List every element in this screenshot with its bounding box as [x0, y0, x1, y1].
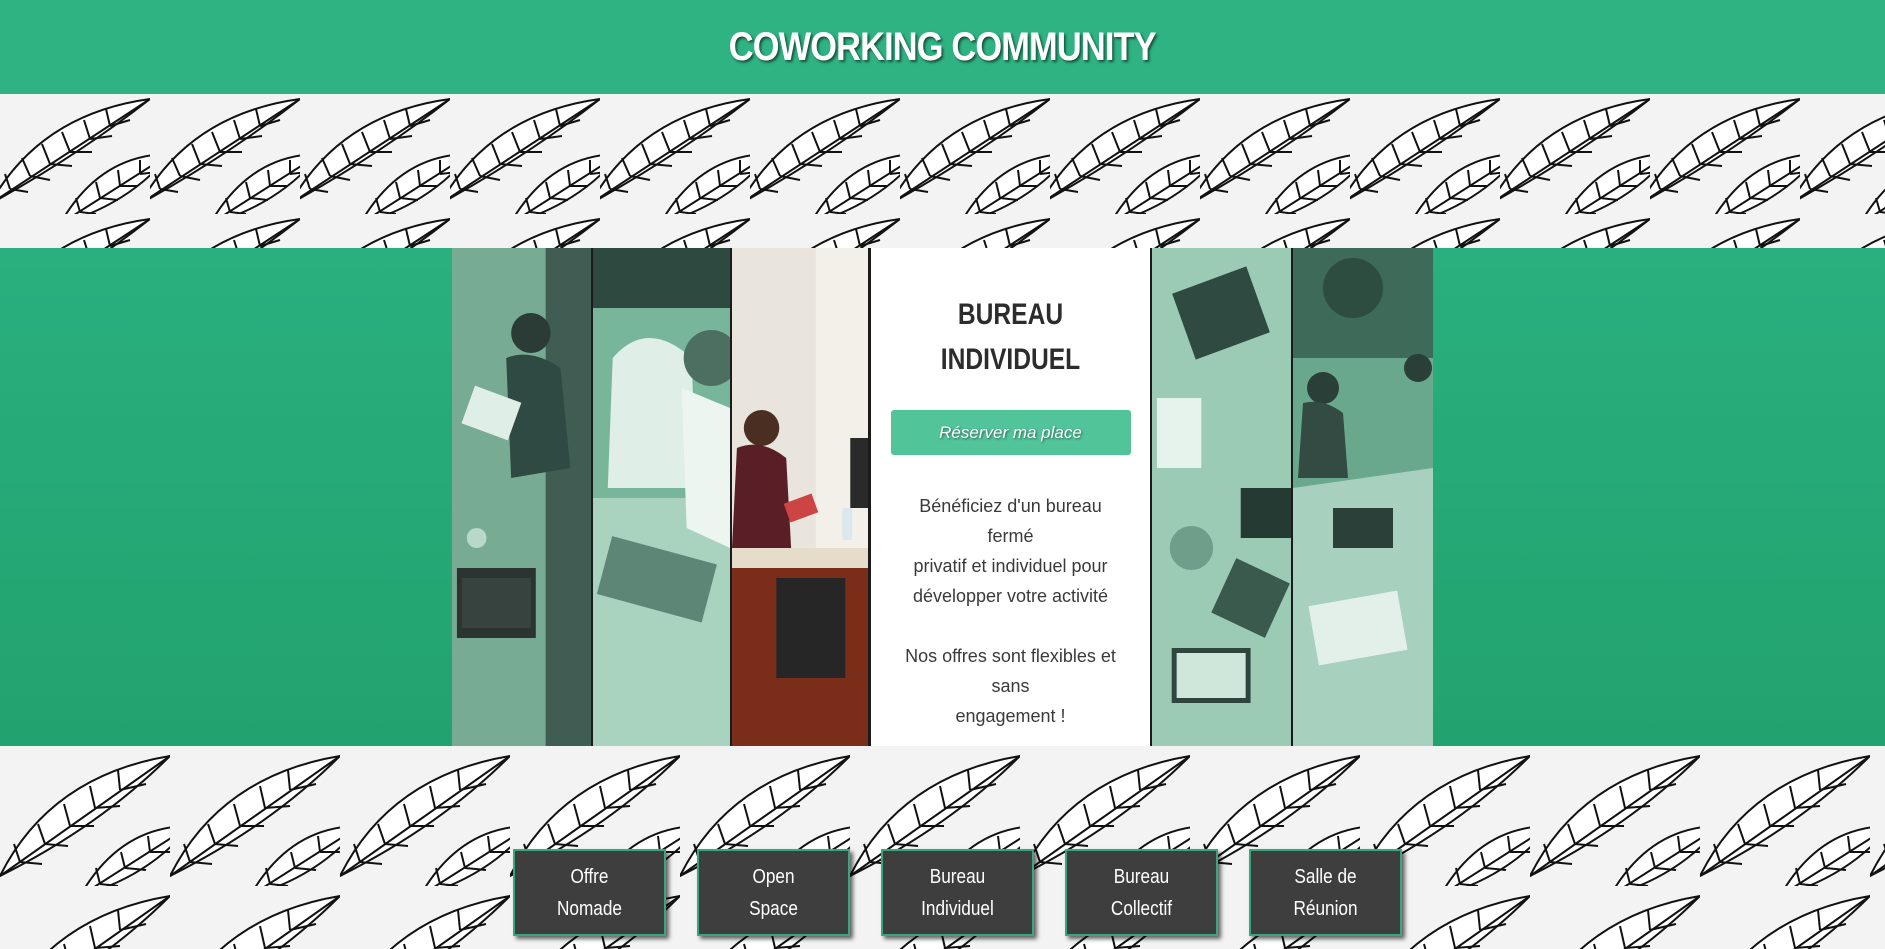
description-line: Nos offres sont flexibles et sans — [905, 646, 1116, 696]
offer-title-line: BUREAU — [957, 298, 1064, 331]
photo-woman-desk — [732, 248, 870, 746]
offer-title: BUREAU INDIVIDUEL — [896, 292, 1125, 382]
nav-label-line: Collectif — [1110, 897, 1173, 920]
nav-label-line: Réunion — [1293, 897, 1358, 920]
nav-button-bureau-individuel[interactable]: Bureau Individuel — [881, 849, 1034, 936]
nav-label-line: Salle de — [1294, 865, 1357, 888]
nav-label-line: Offre — [570, 865, 609, 888]
nav-label-line: Open — [752, 865, 795, 888]
offer-flexibility-note: Nos offres sont flexibles et sans engage… — [895, 641, 1126, 731]
offer-navigation: Offre Nomade Open Space Bureau Individue… — [513, 849, 1402, 936]
nav-button-offre-nomade[interactable]: Offre Nomade — [513, 849, 666, 936]
offer-description: Bénéficiez d'un bureau fermé privatif et… — [895, 491, 1126, 611]
leaf-pattern-image — [0, 94, 1885, 248]
description-line: privatif et individuel pour — [913, 556, 1108, 576]
description-line: Bénéficiez d'un bureau fermé — [919, 496, 1102, 546]
nav-label-line: Nomade — [556, 897, 623, 920]
photo-woman-laptop — [452, 248, 593, 746]
description-line: développer votre activité — [912, 586, 1109, 606]
offer-title-line: INDIVIDUEL — [940, 343, 1081, 376]
photo-gallery: BUREAU INDIVIDUEL Réserver ma place Béné… — [452, 248, 1433, 746]
nav-label-line: Bureau — [1113, 865, 1170, 888]
nav-label-line: Space — [749, 897, 798, 920]
photo-team-smiling — [593, 248, 732, 746]
photo-meeting-table — [1293, 248, 1433, 746]
nav-button-open-space[interactable]: Open Space — [697, 849, 850, 936]
offer-card: BUREAU INDIVIDUEL Réserver ma place Béné… — [870, 248, 1152, 746]
photo-laptops-overhead — [1152, 248, 1293, 746]
site-title: COWORKING COMMUNITY — [728, 24, 1157, 69]
nav-label-line: Bureau — [929, 865, 986, 888]
reserve-button[interactable]: Réserver ma place — [890, 410, 1131, 455]
nav-button-bureau-collectif[interactable]: Bureau Collectif — [1065, 849, 1218, 936]
description-line: engagement ! — [955, 706, 1066, 726]
nav-label-line: Individuel — [921, 897, 994, 920]
site-header: COWORKING COMMUNITY — [0, 0, 1885, 94]
leaf-pattern-banner-top — [0, 94, 1885, 248]
nav-button-salle-de-reunion[interactable]: Salle de Réunion — [1249, 849, 1402, 936]
